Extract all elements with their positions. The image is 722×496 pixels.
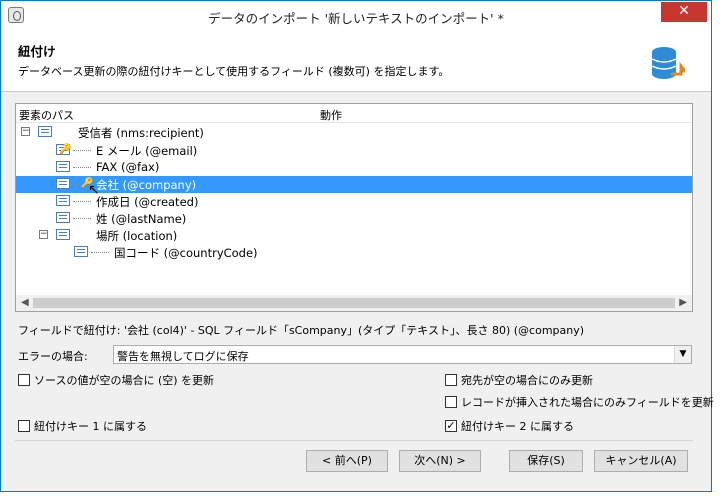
error-action-select[interactable]: 警告を無視してログに保存 ▼: [113, 345, 692, 364]
chevron-down-icon[interactable]: ▼: [674, 346, 691, 363]
tree-connector: [73, 201, 91, 202]
tree-row-label: 会社 (@company): [96, 178, 197, 192]
field-icon: [56, 178, 70, 189]
tree-connector: [73, 150, 91, 151]
horizontal-scrollbar[interactable]: ◀ ▶: [16, 295, 692, 311]
collapse-icon[interactable]: −: [39, 230, 48, 239]
collapse-icon[interactable]: −: [21, 127, 30, 136]
footer-divider: [15, 440, 693, 441]
tree-row-label: 姓 (@lastName): [96, 212, 187, 226]
error-action-value: 警告を無視してログに保存: [117, 350, 249, 363]
checkbox-label: 紐付けキー 2 に属する: [461, 420, 574, 433]
tree-row-lastname[interactable]: 姓 (@lastName): [16, 210, 692, 227]
field-icon: [56, 212, 70, 223]
checkbox-box[interactable]: [445, 374, 457, 386]
prev-button[interactable]: < 前へ(P): [306, 450, 388, 472]
field-icon: [74, 246, 88, 257]
column-element-path[interactable]: 要素のパス: [19, 107, 74, 123]
tree-connector: [73, 184, 79, 185]
checkbox-box[interactable]: [18, 374, 30, 386]
page-title: 紐付け: [18, 44, 56, 59]
tree-row-recipient[interactable]: − 受信者 (nms:recipient): [16, 124, 692, 141]
checkbox-box[interactable]: [445, 396, 457, 408]
key2-checkbox[interactable]: ✓ 紐付けキー 2 に属する: [445, 418, 574, 434]
checkbox-label: ソースの値が空の場合に (空) を更新: [34, 374, 215, 387]
tree-row-company[interactable]: 🔑 会社 (@company): [16, 176, 692, 193]
tree-row-email[interactable]: 🔑 E メール (@email): [16, 142, 692, 159]
checkbox-label: 紐付けキー 1 に属する: [34, 420, 147, 433]
mouse-cursor-icon: ↖: [88, 182, 100, 198]
checkbox-box[interactable]: ✓: [445, 420, 457, 432]
wizard-header: 紐付け データベース更新の際の紐付けキーとして使用するフィールド (複数可) を…: [1, 30, 711, 92]
save-button[interactable]: 保存(S): [509, 450, 583, 472]
column-action[interactable]: 動作: [320, 107, 342, 123]
key-icon: 🔑: [59, 144, 72, 155]
checkbox-label: レコードが挿入された場合にのみフィールドを更新: [461, 396, 714, 409]
tree-row-label: E メール (@email): [96, 144, 198, 158]
update-on-insert-checkbox[interactable]: レコードが挿入された場合にのみフィールドを更新: [445, 394, 714, 410]
page-description: データベース更新の際の紐付けキーとして使用するフィールド (複数可) を指定しま…: [18, 65, 450, 78]
field-icon: [56, 195, 70, 206]
next-button[interactable]: 次へ(N) >: [399, 450, 481, 472]
close-button[interactable]: ✕: [661, 2, 707, 22]
tree-row-label: 受信者 (nms:recipient): [78, 126, 204, 140]
update-if-dest-empty-checkbox[interactable]: 宛先が空の場合にのみ更新: [445, 372, 593, 388]
tree-row-created[interactable]: 作成日 (@created): [16, 193, 692, 210]
tree-connector: [73, 218, 91, 219]
tree-row-location[interactable]: − 場所 (location): [16, 227, 692, 244]
tree-row-label: 場所 (location): [96, 229, 178, 243]
field-tree[interactable]: 要素のパス 動作 − 受信者 (nms:recipient) 🔑 E メール (…: [15, 103, 693, 312]
window-title: データのインポート '新しいテキストのインポート' *: [208, 11, 504, 26]
field-icon: [56, 161, 70, 172]
cancel-button[interactable]: キャンセル(A): [594, 450, 688, 472]
reconciliation-info: フィールドで紐付け: '会社 (col4)' - SQL フィールド「sComp…: [18, 324, 585, 337]
error-label: エラーの場合:: [18, 350, 88, 363]
tree-row-countrycode[interactable]: 国コード (@countryCode): [16, 244, 692, 261]
tree-row-label: 国コード (@countryCode): [114, 246, 258, 260]
link-icon: [56, 229, 70, 240]
scroll-right-icon[interactable]: ▶: [679, 297, 687, 308]
tree-connector: [73, 167, 91, 168]
scroll-thumb[interactable]: [33, 298, 675, 308]
tree-row-fax[interactable]: FAX (@fax): [16, 159, 692, 176]
title-bar: データのインポート '新しいテキストのインポート' * ✕: [1, 1, 711, 30]
import-dialog-window: データのインポート '新しいテキストのインポート' * ✕ 紐付け データベース…: [0, 0, 714, 492]
tree-row-label: FAX (@fax): [96, 160, 160, 174]
tree-connector: [91, 252, 109, 253]
database-reconcile-icon: [651, 47, 685, 79]
checkbox-label: 宛先が空の場合にのみ更新: [461, 374, 593, 387]
tree-header: 要素のパス 動作: [16, 104, 692, 123]
schema-icon: [38, 126, 52, 137]
key1-checkbox[interactable]: 紐付けキー 1 に属する: [18, 418, 147, 434]
scroll-left-icon[interactable]: ◀: [21, 297, 29, 308]
update-empty-source-checkbox[interactable]: ソースの値が空の場合に (空) を更新: [18, 372, 214, 388]
tree-row-label: 作成日 (@created): [96, 195, 199, 209]
checkbox-box[interactable]: [18, 420, 30, 432]
